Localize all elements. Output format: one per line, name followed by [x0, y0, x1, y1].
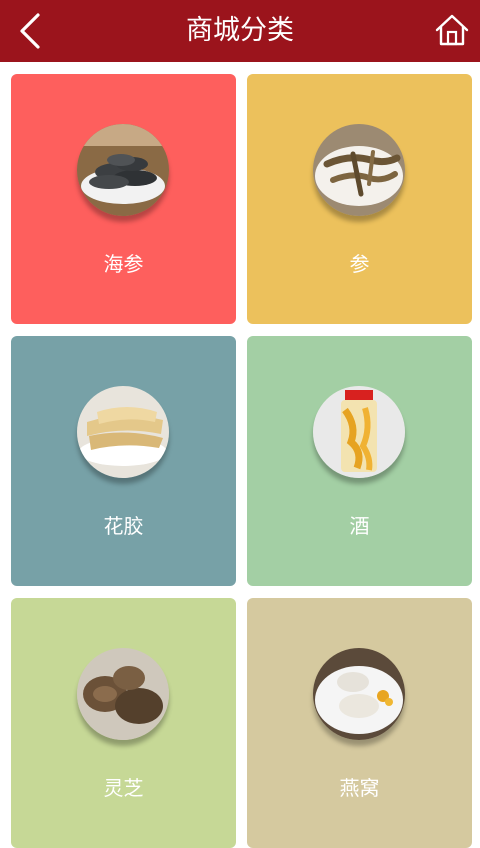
category-tile-lingzhi[interactable]: 灵芝 [11, 598, 236, 848]
category-label: 灵芝 [103, 776, 144, 800]
category-grid: 海参 参 花胶 酒 灵芝 燕窝 [0, 62, 480, 848]
home-button[interactable] [435, 13, 469, 47]
category-tile-fish-maw[interactable]: 花胶 [11, 336, 236, 586]
category-tile-liquor[interactable]: 酒 [247, 336, 472, 586]
category-label: 花胶 [103, 514, 144, 538]
birds-nest-photo [313, 648, 405, 740]
category-tile-birds-nest[interactable]: 燕窝 [247, 598, 472, 848]
category-label: 参 [349, 252, 370, 276]
home-icon [435, 14, 469, 46]
sea-cucumber-photo [77, 124, 169, 216]
category-tile-ginseng[interactable]: 参 [247, 74, 472, 324]
ginseng-photo [313, 124, 405, 216]
top-bar: 商城分类 [0, 0, 480, 62]
category-label: 酒 [349, 514, 370, 538]
fish-maw-photo [77, 386, 169, 478]
category-label: 海参 [103, 252, 144, 276]
lingzhi-photo [77, 648, 169, 740]
category-tile-sea-cucumber[interactable]: 海参 [11, 74, 236, 324]
liquor-jar-photo [313, 386, 405, 478]
category-label: 燕窝 [339, 776, 380, 800]
page-title: 商城分类 [186, 15, 294, 46]
